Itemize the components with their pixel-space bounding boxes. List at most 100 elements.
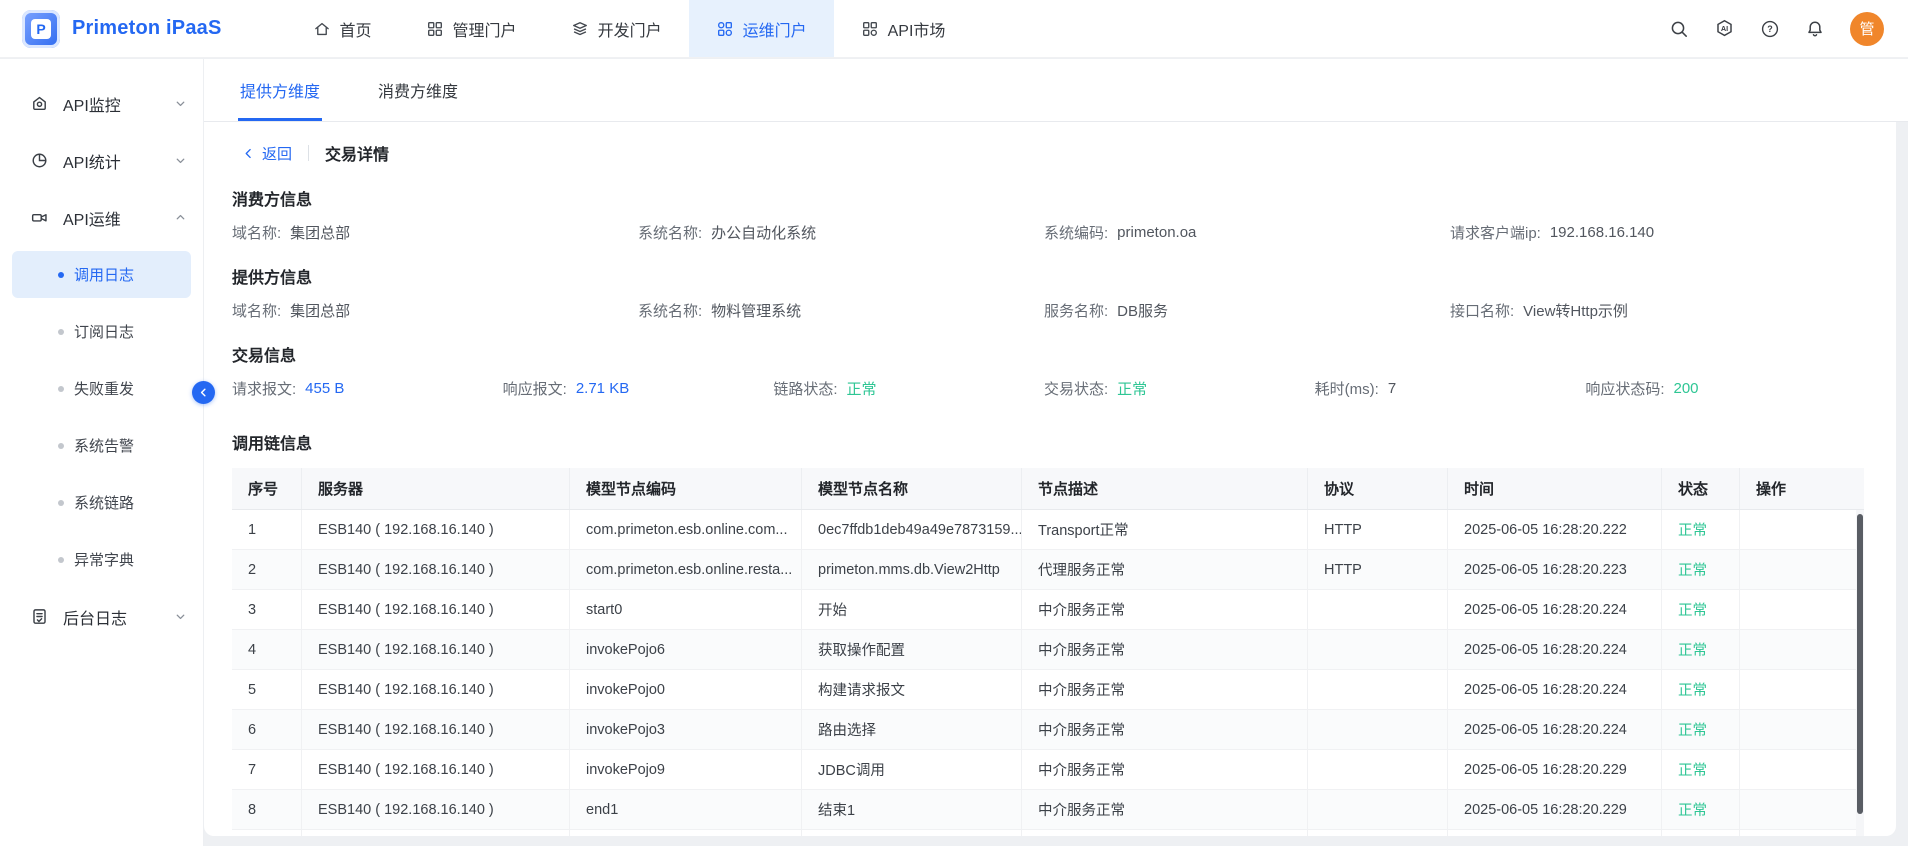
field-label: 系统名称: — [638, 222, 702, 243]
sidebar-item-exception-dict[interactable]: 异常字典 — [0, 531, 203, 588]
nav-item-ops-portal[interactable]: 运维门户 — [689, 0, 834, 57]
brand: P Primeton iPaaS — [0, 10, 286, 48]
table-cell — [1308, 790, 1448, 829]
nav-item-home[interactable]: 首页 — [286, 0, 399, 57]
brand-logo-icon: P — [22, 10, 60, 48]
sidebar-item-label: 调用日志 — [74, 264, 134, 285]
chain-table: 序号 服务器 模型节点编码 模型节点名称 节点描述 协议 时间 状态 操作 1E… — [232, 468, 1864, 836]
chevron-down-icon — [174, 154, 187, 167]
table-row: 3ESB140 ( 192.168.16.140 )start0开始中介服务正常… — [232, 590, 1864, 630]
field-domain: 域名称:集团总部 — [232, 296, 638, 324]
table-cell: end1 — [570, 790, 802, 829]
transaction-fields-row: 请求报文:455 B 响应报文:2.71 KB 链路状态:正常 交易状态:正常 … — [232, 374, 1856, 402]
table-cell — [1740, 790, 1864, 829]
table-cell: start0 — [570, 590, 802, 629]
status-badge: 正常 — [1662, 750, 1740, 789]
response-message-link[interactable]: 2.71 KB — [576, 380, 629, 397]
sidebar-item-system-link[interactable]: 系统链路 — [0, 474, 203, 531]
column-header: 协议 — [1308, 468, 1448, 509]
bell-icon[interactable] — [1805, 19, 1825, 39]
api-monitor-icon — [30, 94, 49, 113]
apps-grid-icon — [716, 20, 734, 38]
column-header: 模型节点名称 — [802, 468, 1022, 509]
field-value: 办公自动化系统 — [711, 222, 816, 243]
ai-assistant-icon[interactable]: AI — [1714, 18, 1735, 39]
sidebar-item-call-log[interactable]: 调用日志 — [12, 251, 191, 298]
table-cell — [1740, 630, 1864, 669]
column-header: 序号 — [232, 468, 302, 509]
sidebar-group-api-ops[interactable]: API运维 — [0, 189, 203, 246]
tab-provider-dimension[interactable]: 提供方维度 — [240, 59, 320, 121]
bullet-icon — [58, 500, 64, 506]
sidebar-item-label: 订阅日志 — [74, 321, 134, 342]
link-status-value: 正常 — [847, 378, 877, 399]
sidebar-item-fail-retry[interactable]: 失败重发 — [0, 360, 203, 417]
table-cell: com.primeton.esb.online.resta... — [570, 550, 802, 589]
table-row: 8ESB140 ( 192.168.16.140 )end1结束1中介服务正常2… — [232, 790, 1864, 830]
table-cell: com.primeton.esb.online.com... — [570, 510, 802, 549]
request-message-link[interactable]: 455 B — [305, 380, 344, 397]
table-row: 2ESB140 ( 192.168.16.140 )com.primeton.e… — [232, 550, 1864, 590]
table-cell — [1740, 830, 1864, 836]
elapsed-value: 7 — [1388, 380, 1396, 397]
table-cell: 2 — [232, 550, 302, 589]
sidebar-group-label: API运维 — [63, 206, 121, 230]
sidebar-group-backend-log[interactable]: 后台日志 — [0, 588, 203, 645]
nav-item-dev-portal[interactable]: 开发门户 — [544, 0, 689, 57]
field-service-name: 服务名称:DB服务 — [1044, 296, 1450, 324]
table-cell — [1308, 670, 1448, 709]
table-cell: ESB140 ( 192.168.16.140 ) — [302, 550, 570, 589]
search-icon[interactable] — [1669, 19, 1689, 39]
detail-header: 返回 交易详情 — [242, 138, 1896, 168]
chevron-down-icon — [174, 610, 187, 623]
table-cell: 代理服务正常 — [1022, 830, 1308, 836]
status-badge: 正常 — [1662, 590, 1740, 629]
field-label: 响应报文: — [503, 378, 567, 399]
table-cell: 结束1 — [802, 790, 1022, 829]
table-cell: HTTP — [1308, 510, 1448, 549]
table-cell — [1740, 550, 1864, 589]
column-header: 状态 — [1662, 468, 1740, 509]
table-row: 4ESB140 ( 192.168.16.140 )invokePojo6获取操… — [232, 630, 1864, 670]
transaction-detail-card: 返回 交易详情 消费方信息 域名称:集团总部 系统名称:办公自动化系统 系统编码… — [204, 122, 1896, 836]
table-cell: ESB140 ( 192.168.16.140 ) — [302, 510, 570, 549]
response-code-value: 200 — [1674, 380, 1699, 397]
field-client-ip: 请求客户端ip:192.168.16.140 — [1450, 218, 1856, 246]
table-cell: Transport正常 — [1022, 510, 1308, 549]
table-cell: primeton.mms.db.View2Http — [802, 550, 1022, 589]
table-cell: 中介服务正常 — [1022, 630, 1308, 669]
back-label: 返回 — [262, 143, 292, 164]
topbar-actions: AI ? 管 — [1669, 12, 1908, 46]
main-nav: 首页 管理门户 开发门户 运维门户 API市场 — [286, 0, 973, 57]
sidebar-group-api-stats[interactable]: API统计 — [0, 132, 203, 189]
provider-fields-row: 域名称:集团总部 系统名称:物料管理系统 服务名称:DB服务 接口名称:View… — [232, 296, 1856, 324]
api-stats-icon — [30, 151, 49, 170]
consumer-section-title: 消费方信息 — [232, 184, 1896, 212]
help-icon[interactable]: ? — [1760, 19, 1780, 39]
table-cell: 2025-06-05 16:28:20.223 — [1448, 550, 1662, 589]
table-row: 9ESB140 ( 192.168.16.140 )com.primeton.e… — [232, 830, 1864, 836]
table-cell: invokePojo0 — [570, 670, 802, 709]
table-cell: ESB140 ( 192.168.16.140 ) — [302, 750, 570, 789]
sidebar-item-system-alert[interactable]: 系统告警 — [0, 417, 203, 474]
chain-section-title: 调用链信息 — [232, 428, 1896, 456]
bullet-icon — [58, 386, 64, 392]
field-label: 链路状态: — [773, 378, 837, 399]
table-cell: 2025-06-05 16:28:20.224 — [1448, 670, 1662, 709]
sidebar-group-api-monitor[interactable]: API监控 — [0, 75, 203, 132]
field-elapsed-ms: 耗时(ms):7 — [1315, 374, 1586, 402]
table-row: 5ESB140 ( 192.168.16.140 )invokePojo0构建请… — [232, 670, 1864, 710]
nav-item-api-market[interactable]: API市场 — [834, 0, 973, 57]
table-cell: primeton.mms.db.View2Http — [802, 830, 1022, 836]
chevron-left-icon — [242, 147, 255, 160]
table-row: 6ESB140 ( 192.168.16.140 )invokePojo3路由选… — [232, 710, 1864, 750]
sidebar-item-subscribe-log[interactable]: 订阅日志 — [0, 303, 203, 360]
table-cell: 9 — [232, 830, 302, 836]
divider — [308, 145, 309, 161]
table-scrollbar-thumb[interactable] — [1857, 514, 1863, 814]
sidebar-collapse-button[interactable] — [192, 381, 215, 404]
user-avatar[interactable]: 管 — [1850, 12, 1884, 46]
tab-consumer-dimension[interactable]: 消费方维度 — [378, 59, 458, 121]
back-button[interactable]: 返回 — [242, 143, 292, 164]
nav-item-admin-portal[interactable]: 管理门户 — [399, 0, 544, 57]
